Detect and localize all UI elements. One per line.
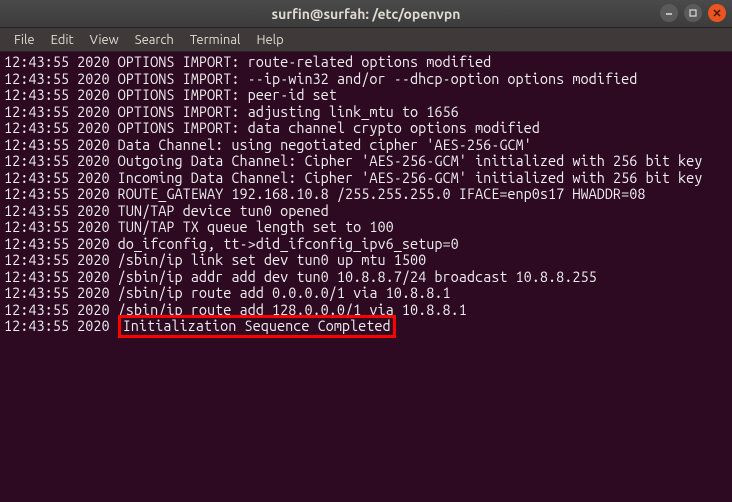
window-title: surfin@surfah: /etc/openvpn bbox=[272, 6, 461, 22]
terminal-line: 12:43:55 2020 OPTIONS IMPORT: --ip-win32… bbox=[4, 71, 728, 88]
maximize-icon bbox=[688, 8, 698, 18]
terminal-line: 12:43:55 2020 TUN/TAP TX queue length se… bbox=[4, 219, 728, 236]
terminal-lines: 12:43:55 2020 OPTIONS IMPORT: route-rela… bbox=[4, 54, 728, 318]
terminal-line: 12:43:55 2020 TUN/TAP device tun0 opened bbox=[4, 203, 728, 220]
terminal-line: 12:43:55 2020 OPTIONS IMPORT: adjusting … bbox=[4, 104, 728, 121]
minimize-icon bbox=[664, 8, 674, 18]
terminal-line: 12:43:55 2020 Data Channel: using negoti… bbox=[4, 137, 728, 154]
window-controls bbox=[660, 4, 726, 22]
menu-terminal[interactable]: Terminal bbox=[182, 31, 249, 49]
close-icon bbox=[712, 8, 722, 18]
terminal-line: 12:43:55 2020 OPTIONS IMPORT: peer-id se… bbox=[4, 87, 728, 104]
menu-help[interactable]: Help bbox=[248, 31, 291, 49]
menu-edit[interactable]: Edit bbox=[43, 31, 82, 49]
terminal-line: 12:43:55 2020 Outgoing Data Channel: Cip… bbox=[4, 153, 728, 170]
terminal-window: surfin@surfah: /etc/openvpn File Edit Vi… bbox=[0, 0, 732, 502]
initialization-highlight-box: Initialization Sequence Completed bbox=[118, 315, 396, 338]
terminal-line: 12:43:55 2020 OPTIONS IMPORT: data chann… bbox=[4, 120, 728, 137]
close-button[interactable] bbox=[708, 4, 726, 22]
terminal-line: 12:43:55 2020 /sbin/ip link set dev tun0… bbox=[4, 252, 728, 269]
terminal-final-line: 12:43:55 2020 Initialization Sequence Co… bbox=[4, 318, 728, 335]
terminal-line: 12:43:55 2020 /sbin/ip addr add dev tun0… bbox=[4, 269, 728, 286]
maximize-button[interactable] bbox=[684, 4, 702, 22]
terminal-line: 12:43:55 2020 Incoming Data Channel: Cip… bbox=[4, 170, 728, 187]
terminal-line: 12:43:55 2020 OPTIONS IMPORT: route-rela… bbox=[4, 54, 728, 71]
menu-view[interactable]: View bbox=[82, 31, 127, 49]
terminal-output[interactable]: 12:43:55 2020 OPTIONS IMPORT: route-rela… bbox=[0, 52, 732, 502]
menu-file[interactable]: File bbox=[6, 31, 43, 49]
menubar: File Edit View Search Terminal Help bbox=[0, 28, 732, 52]
final-line-prefix: 12:43:55 2020 bbox=[4, 317, 118, 334]
titlebar[interactable]: surfin@surfah: /etc/openvpn bbox=[0, 0, 732, 28]
minimize-button[interactable] bbox=[660, 4, 678, 22]
terminal-line: 12:43:55 2020 do_ifconfig, tt->did_ifcon… bbox=[4, 236, 728, 253]
terminal-line: 12:43:55 2020 /sbin/ip route add 0.0.0.0… bbox=[4, 285, 728, 302]
terminal-line: 12:43:55 2020 ROUTE_GATEWAY 192.168.10.8… bbox=[4, 186, 728, 203]
menu-search[interactable]: Search bbox=[127, 31, 182, 49]
